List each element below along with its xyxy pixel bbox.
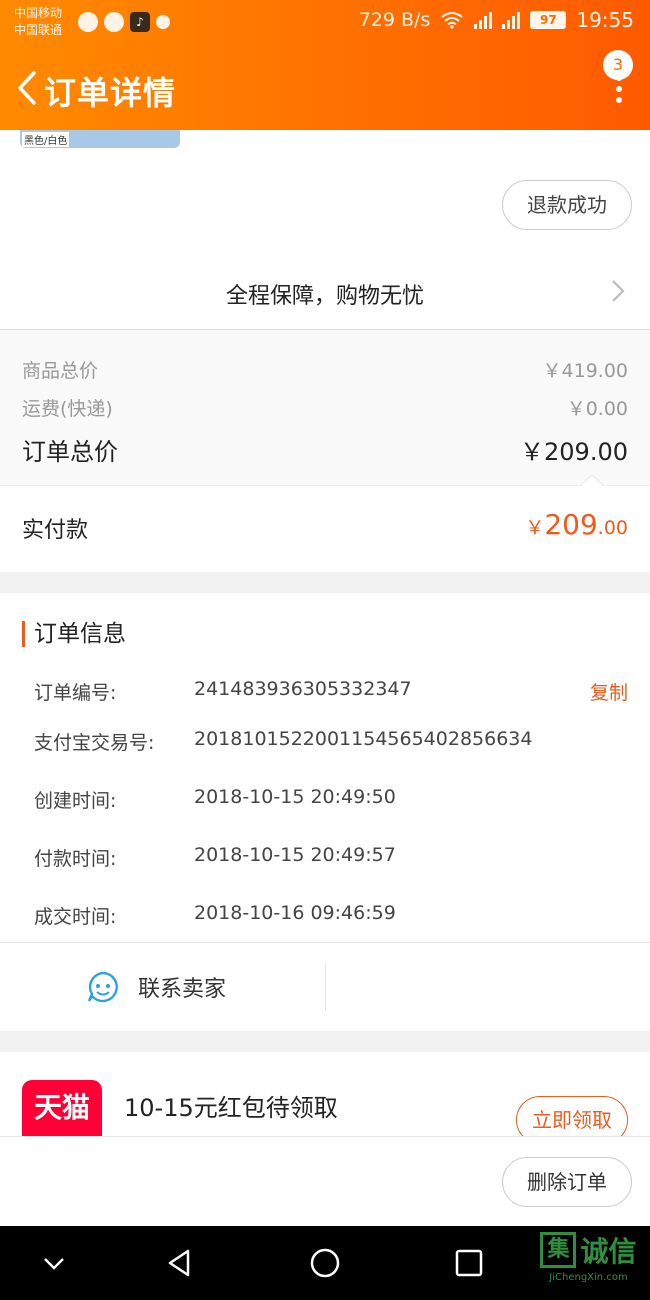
price-breakdown: 商品总价 ￥419.00 运费(快递) ￥0.00 订单总价 ￥209.00 [0,330,650,485]
watermark-text: 诚信 [580,1235,637,1268]
paid-label: 实付款 [22,518,89,543]
contact-seller-button[interactable]: 联系卖家 [86,970,226,1004]
paid-integer: 209 [544,508,598,541]
product-spec: 黑色/白色 [22,132,70,147]
contact-seller-label: 联系卖家 [138,977,227,1002]
info-key: 成交时间: [34,906,117,928]
app-header: 中国移动 中国联通 ♪ 729 B/s 97 19:55 订单详情 3 [0,0,650,130]
info-key: 订单编号: [34,682,117,704]
product-section: 黑色/白色 退款成功 全程保障，购物无忧 [0,130,650,330]
status-carriers: 中国移动 中国联通 [14,5,62,39]
watermark-sub: JiChengXin.com [549,1272,628,1283]
battery-indicator: 97 [530,11,567,29]
paid-currency: ￥ [525,517,545,539]
paid-decimal: .00 [597,517,628,539]
delete-order-button[interactable]: 删除订单 [502,1157,632,1207]
copy-order-number-button[interactable]: 复制 [590,678,628,705]
watermark-glyph: 集 [540,1232,577,1268]
info-key: 付款时间: [34,848,117,870]
order-info-section: 订单信息 订单编号: 241483936305332347 复制 支付宝交易号:… [0,593,650,1031]
wifi-icon [441,12,463,29]
alipay-number-row: 支付宝交易号: 2018101522001154565402856634 [34,728,628,758]
location-icon [156,15,170,29]
nav-recents-icon[interactable] [452,1246,486,1280]
order-detail-screen: 中国移动 中国联通 ♪ 729 B/s 97 19:55 订单详情 3 黑色/白… [0,0,650,1300]
signal-2-icon [502,11,521,29]
chat-bubble-icon [87,971,118,1003]
app-notification-icon [104,12,124,32]
shipping-label: 运费(快递) [22,398,113,420]
chevron-down-icon[interactable] [37,1246,71,1280]
bottom-action-bar: 删除订单 [0,1136,650,1226]
shipping-value: ￥0.00 [566,398,628,420]
goods-total-label: 商品总价 [22,360,99,382]
paid-time-row: 付款时间: 2018-10-15 20:49:57 [34,844,628,874]
order-info-heading: 订单信息 [22,621,126,647]
info-value: 2018-10-16 09:46:59 [194,902,396,924]
guarantee-text: 全程保障，购物无忧 [225,284,424,309]
carrier-2: 中国联通 [14,23,63,37]
nav-back-icon[interactable] [163,1246,197,1280]
divider [0,942,650,943]
info-value: 2018-10-15 20:49:57 [194,844,396,866]
guarantee-row[interactable]: 全程保障，购物无忧 [0,260,650,330]
page-title: 订单详情 [44,74,177,112]
deal-time-row: 成交时间: 2018-10-16 09:46:59 [34,902,628,932]
order-number-row: 订单编号: 241483936305332347 复制 [34,678,628,708]
info-value: 2018101522001154565402856634 [194,728,533,750]
goods-total-value: ￥419.00 [542,360,628,382]
paid-amount-row: 实付款 ￥209.00 [0,474,650,572]
system-nav-bar: 集 诚信 JiChengXin.com [0,1226,650,1300]
info-value: 2018-10-15 20:49:50 [194,786,396,808]
clock: 19:55 [576,8,634,32]
shipping-row: 运费(快递) ￥0.00 [22,394,628,421]
refund-status-button[interactable]: 退款成功 [502,180,632,230]
nav-home-icon[interactable] [308,1246,342,1280]
coupon-title: 10-15元红包待领取 [124,1094,338,1122]
tiktok-icon: ♪ [130,12,150,32]
carrier-1: 中国移动 [14,6,63,20]
info-key: 支付宝交易号: [34,732,155,754]
weibo-icon [78,12,98,32]
info-key: 创建时间: [34,790,117,812]
caret-up-icon [580,474,604,486]
more-options-icon[interactable] [614,72,624,108]
info-value: 241483936305332347 [194,678,412,700]
order-total-value: ￥209.00 [520,438,628,466]
watermark-logo: 集 诚信 [540,1230,637,1270]
network-speed: 729 B/s [358,9,431,31]
paid-value: ￥209.00 [525,508,628,541]
goods-total-row: 商品总价 ￥419.00 [22,356,628,383]
watermark: 集 诚信 JiChengXin.com [531,1230,646,1296]
order-total-row: 订单总价 ￥209.00 [22,432,628,467]
tmall-logo: 天猫 [22,1080,102,1137]
back-arrow-icon[interactable] [14,70,42,106]
status-right: 729 B/s 97 19:55 [359,8,634,32]
signal-1-icon [474,11,493,29]
coupon-banner: 天猫 10-15元红包待领取 立即领取 [0,1052,650,1137]
divider [325,963,326,1011]
status-app-icons: ♪ [78,12,170,32]
claim-coupon-button[interactable]: 立即领取 [516,1096,628,1137]
chevron-right-icon [612,280,625,302]
order-total-label: 订单总价 [22,438,118,466]
created-time-row: 创建时间: 2018-10-15 20:49:50 [34,786,628,816]
